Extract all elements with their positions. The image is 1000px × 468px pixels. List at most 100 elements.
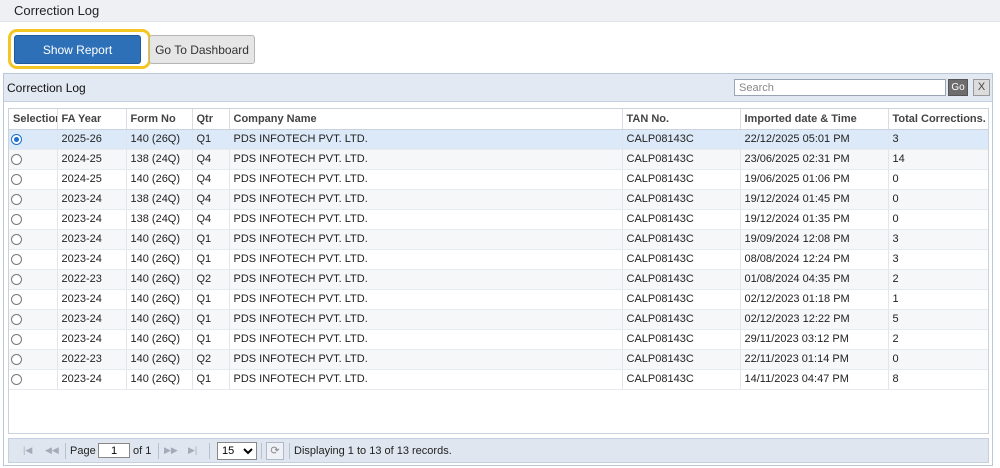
table-row[interactable]: 2023-24 138 (24Q) Q4 PDS INFOTECH PVT. LTD.… [9,189,988,210]
tan-cell: CALP08143C [622,149,741,170]
tan-cell: CALP08143C [622,309,741,330]
row-select-radio[interactable] [11,373,22,385]
selection-cell [9,349,58,370]
search-input[interactable] [734,79,946,96]
table-body: 2025-26 140 (26Q) Q1 PDS INFOTECH PVT. LTD.… [9,129,988,390]
company-name-cell: PDS INFOTECH PVT. LTD. [229,309,623,330]
fa-year-cell: 2023-24 [57,309,127,330]
table-row[interactable]: 2022-23 140 (26Q) Q2 PDS INFOTECH PVT. LTD.… [9,269,988,290]
next-page-icon[interactable]: ▶▶ [164,445,178,456]
row-select-radio[interactable] [11,193,22,205]
row-select-radio[interactable] [11,233,22,245]
fa-year-cell: 2025-26 [57,129,127,150]
tan-cell: CALP08143C [622,209,741,230]
row-select-radio[interactable] [11,153,22,165]
table-row[interactable]: 2023-24 140 (26Q) Q1 PDS INFOTECH PVT. LTD.… [9,329,988,350]
pager-divider [158,443,159,459]
total-corrections-cell: 14 [888,149,988,170]
imported-date-cell: 08/08/2024 12:24 PM [740,249,889,270]
column-header-fa-year[interactable]: FA Year [57,109,127,130]
selection-cell [9,309,58,330]
qtr-cell: Q4 [192,169,230,190]
column-header-qtr[interactable]: Qtr [192,109,230,130]
table-row[interactable]: 2023-24 140 (26Q) Q1 PDS INFOTECH PVT. LTD.… [9,249,988,270]
selection-cell [9,149,58,170]
selection-cell [9,369,58,390]
table-row[interactable]: 2023-24 140 (26Q) Q1 PDS INFOTECH PVT. LTD.… [9,289,988,310]
total-corrections-cell: 1 [888,289,988,310]
refresh-icon[interactable]: ⟳ [266,442,284,460]
total-corrections-cell: 2 [888,269,988,290]
row-select-radio[interactable] [11,293,22,305]
row-select-radio[interactable] [11,353,22,365]
tan-cell: CALP08143C [622,229,741,250]
company-name-cell: PDS INFOTECH PVT. LTD. [229,189,623,210]
form-no-cell: 140 (26Q) [126,249,193,270]
tan-cell: CALP08143C [622,289,741,310]
row-select-radio[interactable] [11,213,22,225]
qtr-cell: Q4 [192,149,230,170]
qtr-cell: Q4 [192,189,230,210]
first-page-icon[interactable]: |◀ [23,445,32,456]
fa-year-cell: 2023-24 [57,189,127,210]
last-page-icon[interactable]: ▶| [188,445,197,456]
qtr-cell: Q2 [192,269,230,290]
table-row[interactable]: 2023-24 138 (24Q) Q4 PDS INFOTECH PVT. LTD.… [9,209,988,230]
column-header-form-no[interactable]: Form No [126,109,193,130]
company-name-cell: PDS INFOTECH PVT. LTD. [229,209,623,230]
fa-year-cell: 2023-24 [57,209,127,230]
go-to-dashboard-button[interactable]: Go To Dashboard [149,35,255,64]
pager-divider [261,443,262,459]
fa-year-cell: 2023-24 [57,229,127,250]
company-name-cell: PDS INFOTECH PVT. LTD. [229,229,623,250]
row-select-radio[interactable] [11,333,22,345]
selection-cell [9,269,58,290]
row-select-radio[interactable] [11,253,22,265]
qtr-cell: Q4 [192,209,230,230]
page-size-select[interactable]: 15 [217,442,257,460]
table-row[interactable]: 2023-24 140 (26Q) Q1 PDS INFOTECH PVT. LTD.… [9,309,988,330]
column-header-total-corrections[interactable]: Total Corrections. [888,109,988,130]
column-header-company-name[interactable]: Company Name [229,109,623,130]
grid-pager: |◀ ◀◀ Page of 1 ▶▶ ▶| 15 ⟳ Displaying 1 … [8,438,989,463]
imported-date-cell: 19/09/2024 12:08 PM [740,229,889,250]
row-select-radio[interactable] [11,273,22,285]
form-no-cell: 138 (24Q) [126,149,193,170]
prev-page-icon[interactable]: ◀◀ [45,445,59,456]
imported-date-cell: 23/06/2025 02:31 PM [740,149,889,170]
table-row[interactable]: 2023-24 140 (26Q) Q1 PDS INFOTECH PVT. LTD.… [9,369,988,390]
table-row[interactable]: 2024-25 138 (24Q) Q4 PDS INFOTECH PVT. LTD.… [9,149,988,170]
page-header: Correction Log [0,0,1000,22]
form-no-cell: 140 (26Q) [126,349,193,370]
table-row[interactable]: 2023-24 140 (26Q) Q1 PDS INFOTECH PVT. LTD.… [9,229,988,250]
table-row[interactable]: 2022-23 140 (26Q) Q2 PDS INFOTECH PVT. LTD.… [9,349,988,370]
row-select-radio[interactable] [11,133,22,145]
grid-title: Correction Log [7,81,86,95]
total-corrections-cell: 0 [888,169,988,190]
table-row[interactable]: 2025-26 140 (26Q) Q1 PDS INFOTECH PVT. LTD.… [9,129,988,150]
company-name-cell: PDS INFOTECH PVT. LTD. [229,369,623,390]
imported-date-cell: 19/06/2025 01:06 PM [740,169,889,190]
selection-cell [9,229,58,250]
clear-search-button[interactable]: X [973,79,990,96]
show-report-button[interactable]: Show Report [14,35,141,64]
form-no-cell: 140 (26Q) [126,309,193,330]
company-name-cell: PDS INFOTECH PVT. LTD. [229,169,623,190]
column-header-imported-date[interactable]: Imported date & Time [740,109,889,130]
page-number-input[interactable] [98,443,130,458]
column-header-selection[interactable]: Selection [9,109,58,130]
tan-cell: CALP08143C [622,129,741,150]
imported-date-cell: 22/11/2023 01:14 PM [740,349,889,370]
row-select-radio[interactable] [11,173,22,185]
search-go-button[interactable]: Go [948,79,968,96]
total-corrections-cell: 8 [888,369,988,390]
fa-year-cell: 2023-24 [57,369,127,390]
company-name-cell: PDS INFOTECH PVT. LTD. [229,269,623,290]
form-no-cell: 140 (26Q) [126,329,193,350]
table-row[interactable]: 2024-25 140 (26Q) Q4 PDS INFOTECH PVT. LTD.… [9,169,988,190]
pager-divider [289,443,290,459]
fa-year-cell: 2024-25 [57,169,127,190]
column-header-tan-no[interactable]: TAN No. [622,109,741,130]
row-select-radio[interactable] [11,313,22,325]
selection-cell [9,189,58,210]
